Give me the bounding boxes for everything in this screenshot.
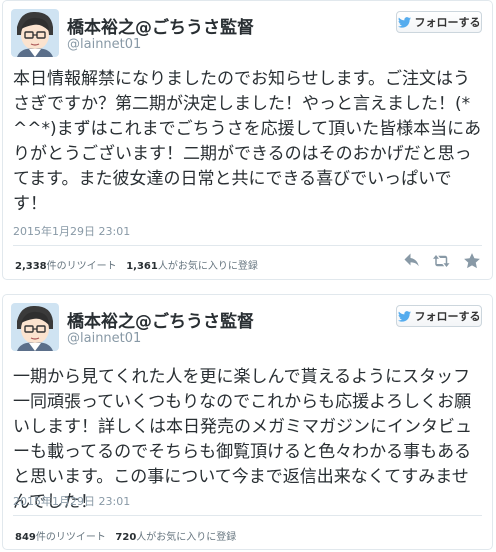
divider (13, 515, 482, 516)
twitter-bird-icon (397, 16, 411, 28)
retweet-icon[interactable] (432, 251, 452, 271)
retweet-count[interactable]: 849 (15, 532, 36, 543)
tweet-stats: 2,338件のリツイート 1,361人がお気に入りに登録 (15, 257, 258, 272)
author-handle[interactable]: @lainnet01 (67, 37, 141, 52)
favorite-count[interactable]: 1,361 (126, 261, 158, 272)
avatar[interactable] (11, 9, 59, 57)
tweet-stats: 849件のリツイート 720人がお気に入りに登録 (15, 528, 236, 543)
follow-label: フォローする (414, 310, 481, 323)
tweet-timestamp[interactable]: 2015年1月29日 23:01 (13, 493, 130, 509)
author-name[interactable]: 橋本裕之@ごちうさ監督 (67, 307, 254, 332)
author-name[interactable]: 橋本裕之@ごちうさ監督 (67, 13, 254, 38)
favorite-count-label: 人がお気に入りに登録 (157, 261, 258, 272)
author-handle[interactable]: @lainnet01 (67, 331, 141, 346)
tweet-card: 橋本裕之@ごちうさ監督 @lainnet01 フォローする 一期から見てくれた人… (2, 294, 493, 550)
divider (13, 245, 482, 246)
retweet-count[interactable]: 2,338 (15, 261, 47, 272)
twitter-bird-icon (397, 310, 411, 322)
retweet-count-label: 件のリツイート (46, 261, 117, 272)
follow-button[interactable]: フォローする (396, 11, 482, 33)
tweet-card: 橋本裕之@ごちうさ監督 @lainnet01 フォローする 本日情報解禁になりま… (2, 0, 493, 280)
follow-label: フォローする (414, 16, 481, 29)
favorite-count-label: 人がお気に入りに登録 (136, 532, 237, 543)
tweet-timestamp[interactable]: 2015年1月29日 23:01 (13, 223, 130, 239)
reply-icon[interactable] (402, 251, 422, 271)
favorite-icon[interactable] (462, 251, 482, 271)
tweet-text: 本日情報解禁になりましたのでお知らせします。ご注文はうさぎですか？第二期が決定し… (13, 69, 482, 214)
favorite-count[interactable]: 720 (115, 532, 136, 543)
tweet-actions (402, 251, 482, 271)
follow-button[interactable]: フォローする (396, 305, 482, 327)
retweet-count-label: 件のリツイート (35, 532, 106, 543)
avatar[interactable] (11, 303, 59, 351)
